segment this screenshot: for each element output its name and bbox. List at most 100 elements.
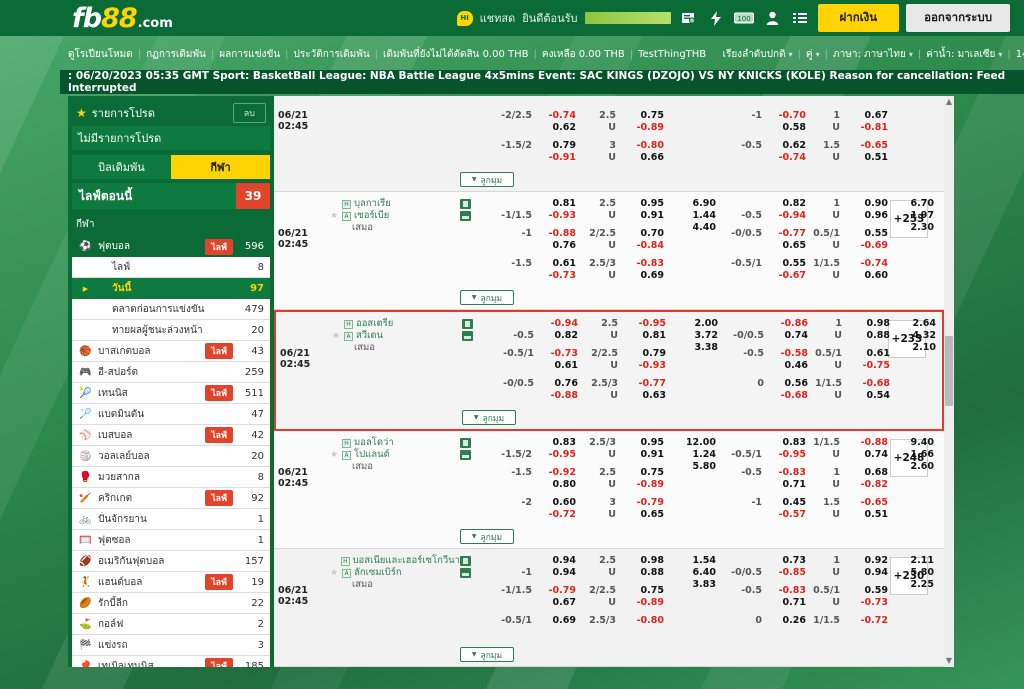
odds-cell[interactable]: 0.55 -0.67: [762, 258, 806, 282]
sidebar-sport-item[interactable]: 🏏 คริกเกต ไลฟ์ 92: [72, 488, 270, 509]
odds-cell[interactable]: 0.67 -0.81: [840, 110, 888, 134]
statistics-icon[interactable]: [460, 450, 471, 460]
sidebar-sport-item[interactable]: 🏁 แข่งรถ 3: [72, 635, 270, 656]
odds-cell[interactable]: 1U: [806, 110, 840, 134]
cash-icon[interactable]: 100: [734, 8, 755, 28]
live-now-header[interactable]: ไลฟ์ตอนนี้ 39: [72, 183, 270, 209]
one-x-two-cell[interactable]: [664, 585, 716, 609]
odds-cell[interactable]: 0.55 -0.69: [840, 228, 888, 252]
odds-cell[interactable]: -0.83 0.71: [762, 467, 806, 491]
odds-cell[interactable]: -0.83 0.71: [762, 585, 806, 609]
odds-cell[interactable]: -0.77 0.65: [762, 228, 806, 252]
sidebar-sport-item[interactable]: ⚽ ฟุตบอล ไลฟ์ 596: [72, 236, 270, 257]
handicap-line[interactable]: -0.5/1: [486, 615, 532, 627]
odds-cell[interactable]: -0.70 0.58: [762, 110, 806, 134]
favorites-delete-button[interactable]: ลบ: [232, 103, 266, 123]
nav-item-1[interactable]: กฏการเดิมพัน: [146, 47, 206, 62]
odds-cell[interactable]: -0.72: [840, 615, 888, 627]
away-team[interactable]: ★ A ลักเซมเบิร์ก: [330, 567, 460, 579]
sidebar-sport-item[interactable]: 🚲 ปั่นจักรยาน 1: [72, 509, 270, 530]
corner-market-button[interactable]: ▼ ลูกมุม: [460, 290, 514, 305]
site-logo[interactable]: fb 88 .com: [72, 3, 173, 34]
nav-item-5[interactable]: คงเหลือ 0.00 THB: [542, 47, 625, 62]
live-stream-icon[interactable]: [460, 556, 471, 566]
sidebar-sport-item[interactable]: ⚾ เบสบอล ไลฟ์ 42: [72, 425, 270, 446]
corner-market-button[interactable]: ▼ ลูกมุม: [460, 529, 514, 544]
scroll-down-icon[interactable]: ▼: [945, 655, 953, 667]
odds-cell[interactable]: 0.26: [762, 615, 806, 627]
odds-cell[interactable]: 2.5 U: [576, 110, 616, 134]
nav-item-0[interactable]: ดูโรเปียนโหมด: [68, 47, 133, 62]
odds-cell[interactable]: 0.5/1 U: [806, 585, 840, 609]
home-team[interactable]: H ออสเตรีย: [332, 318, 462, 330]
handicap-line[interactable]: -0/0.5: [488, 378, 534, 402]
corner-market-button[interactable]: ▼ ลูกมุม: [460, 172, 514, 187]
list-icon[interactable]: [790, 8, 811, 28]
handicap-line-2[interactable]: -1: [716, 497, 762, 521]
one-x-two-cell[interactable]: [664, 110, 716, 134]
odds-cell[interactable]: -0.65 0.51: [840, 497, 888, 521]
match-row[interactable]: +253 H บุลกาเรีย ★ A เซอร์เบีย เสมอ -1/1.5 0.81-…: [274, 192, 944, 310]
sidebar-sport-item[interactable]: 🏉 รักบี้ลีก 22: [72, 593, 270, 614]
odds-cell[interactable]: 1/1.5: [806, 615, 840, 627]
match-row[interactable]: +248 H มอลโดว่า ★ A โปแลนด์ เสมอ -1.5/2 0.83 -0.9…: [274, 431, 944, 549]
odds-cell[interactable]: 3U: [576, 497, 616, 521]
odds-cell[interactable]: -0.58 0.46: [764, 348, 808, 372]
sidebar-sport-item[interactable]: ตลาดก่อนการแข่งขัน 479: [72, 299, 270, 320]
odds-cell[interactable]: 2/2.5 U: [576, 228, 616, 252]
odds-cell[interactable]: 2.5/3: [576, 615, 616, 627]
odds-cell[interactable]: 0.68 -0.82: [840, 467, 888, 491]
corner-market-button[interactable]: ▼ ลูกมุม: [462, 410, 516, 425]
sidebar-sport-item[interactable]: 🤾 แฮนด์บอล ไลฟ์ 19: [72, 572, 270, 593]
favorite-star-icon[interactable]: ★: [330, 567, 340, 579]
odds-cell[interactable]: -0.79 0.67: [532, 585, 576, 609]
favorite-star-icon[interactable]: ★: [332, 330, 342, 342]
match-row[interactable]: เสมอ6.302.6606/2102:45-2/2.5-0.740.622.5…: [274, 96, 944, 192]
handicap-line[interactable]: -1/1.5: [486, 585, 532, 609]
asian-handicap-cell[interactable]: [888, 140, 934, 164]
odds-cell[interactable]: -0.68 0.54: [842, 378, 890, 402]
one-x-two-cell[interactable]: [664, 497, 716, 521]
odds-cell[interactable]: 0.75 -0.89: [616, 467, 664, 491]
odds-cell[interactable]: 0.61 -0.73: [532, 258, 576, 282]
odds-cell[interactable]: 0.45 -0.57: [762, 497, 806, 521]
odds-cell[interactable]: 0.79 -0.91: [532, 140, 576, 164]
odds-cell[interactable]: -0.74 0.62: [532, 110, 576, 134]
handicap-line[interactable]: -0.5/1: [488, 348, 534, 372]
nav-item-6[interactable]: TestThingTHB: [638, 49, 706, 60]
odds-cell[interactable]: 0.76 -0.88: [534, 378, 578, 402]
handicap-line[interactable]: -1: [486, 228, 532, 252]
odds-cell[interactable]: 1/1.5 U: [808, 378, 842, 402]
live-stream-icon[interactable]: [462, 319, 473, 329]
odds-cell[interactable]: 1.5 U: [806, 497, 840, 521]
odds-cell[interactable]: 0.61 -0.75: [842, 348, 890, 372]
odds-cell[interactable]: -0.65 0.51: [840, 140, 888, 164]
odds-cell[interactable]: 1/1.5 U: [806, 258, 840, 282]
home-team[interactable]: H มอลโดว่า: [330, 437, 460, 449]
handicap-line-2[interactable]: -0.5: [718, 348, 764, 372]
corner-market-button[interactable]: ▼ ลูกมุม: [460, 647, 514, 662]
odds-cell[interactable]: 0.60 -0.72: [532, 497, 576, 521]
nav-item-4[interactable]: เดิมพันที่ยังไม่ได้ตัดสิน 0.00 THB: [383, 47, 528, 62]
odds-cell[interactable]: 0.79 -0.93: [618, 348, 666, 372]
odds-cell[interactable]: 0.75 -0.89: [616, 110, 664, 134]
statistics-icon[interactable]: [460, 211, 471, 221]
odds-cell[interactable]: -0.83 0.69: [616, 258, 664, 282]
odds-cell[interactable]: 2.5/3 U: [576, 258, 616, 282]
statistics-icon[interactable]: [460, 568, 471, 578]
odds-cell[interactable]: -0.80: [616, 615, 664, 627]
one-x-two-cell[interactable]: [664, 615, 716, 627]
live-stream-icon[interactable]: [460, 199, 471, 209]
odds-cell[interactable]: 2.5/3 U: [578, 378, 618, 402]
asian-handicap-cell[interactable]: [888, 585, 934, 609]
sidebar-sport-item[interactable]: 🏈 อเมริกันฟุตบอล 157: [72, 551, 270, 572]
statistics-icon[interactable]: [462, 331, 473, 341]
asian-handicap-cell[interactable]: [890, 348, 936, 372]
odds-cell[interactable]: -0.79 0.65: [616, 497, 664, 521]
chevron-down-icon[interactable]: ▾: [998, 50, 1002, 59]
handicap-line[interactable]: -1.5: [486, 467, 532, 491]
handicap-line-2[interactable]: -0.5: [716, 467, 762, 491]
handicap-line-2[interactable]: 0: [718, 378, 764, 402]
odds-cell[interactable]: 0.69: [532, 615, 576, 627]
odds-cell[interactable]: 0.70 -0.84: [616, 228, 664, 252]
